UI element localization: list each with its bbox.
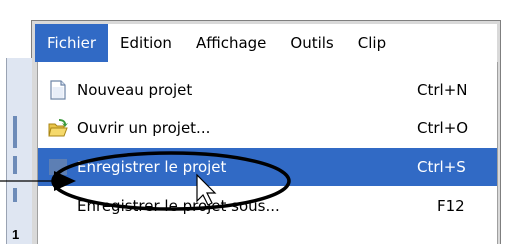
menu-item-label: Ouvrir un projet... <box>77 119 211 137</box>
menu-item-label: Enregistrer le projet <box>77 158 227 176</box>
shortcut-label: F12 <box>437 197 465 215</box>
menu-clip[interactable]: Clip <box>346 24 398 62</box>
menu-fichier[interactable]: Fichier <box>35 24 109 62</box>
side-panel: 1 <box>6 58 32 244</box>
menu-item-label: Nouveau projet <box>77 81 193 99</box>
menu-affichage[interactable]: Affichage <box>184 24 278 62</box>
menu-item-enregistrer-projet[interactable]: Enregistrer le projet Ctrl+S <box>38 148 497 186</box>
line-number: 1 <box>12 227 20 242</box>
menu-item-enregistrer-sous[interactable]: Enregistrer le projet sous... F12 <box>38 187 497 225</box>
shortcut-label: Ctrl+O <box>417 119 469 137</box>
shortcut-label: Ctrl+S <box>417 158 466 176</box>
menu-outils[interactable]: Outils <box>278 24 345 62</box>
fichier-dropdown-menu: Nouveau projet Ctrl+N Ouvrir un projet..… <box>37 62 498 244</box>
side-marker <box>13 188 17 202</box>
menu-edition[interactable]: Edition <box>108 24 184 62</box>
shortcut-label: Ctrl+N <box>417 81 468 99</box>
side-marker <box>13 116 17 148</box>
menu-item-label: Enregistrer le projet sous... <box>77 197 280 215</box>
save-icon <box>49 159 67 175</box>
empty-icon-slot <box>47 195 69 217</box>
menu-bar: Fichier Edition Affichage Outils Clip <box>35 24 497 62</box>
new-document-icon <box>50 80 66 100</box>
menu-item-ouvrir-projet[interactable]: Ouvrir un projet... Ctrl+O <box>38 109 497 147</box>
menu-item-nouveau-projet[interactable]: Nouveau projet Ctrl+N <box>38 71 497 109</box>
side-marker <box>13 156 17 174</box>
open-folder-icon <box>48 119 68 137</box>
